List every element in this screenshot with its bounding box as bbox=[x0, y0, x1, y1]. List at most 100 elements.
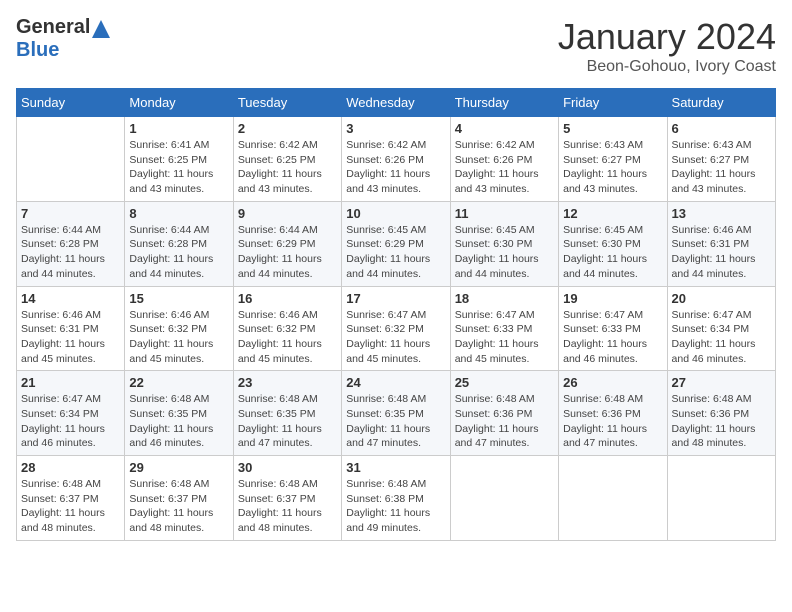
day-number: 22 bbox=[129, 375, 228, 390]
calendar-cell: 8 Sunrise: 6:44 AMSunset: 6:28 PMDaylight… bbox=[125, 201, 233, 286]
day-number: 8 bbox=[129, 206, 228, 221]
day-info: Sunrise: 6:44 AMSunset: 6:28 PMDaylight:… bbox=[129, 223, 228, 282]
calendar-cell: 9Sunrise: 6:44 AMSunset: 6:29 PMDaylight… bbox=[233, 201, 341, 286]
day-number: 4 bbox=[455, 121, 554, 136]
day-info: Sunrise: 6:48 AMSunset: 6:36 PMDaylight:… bbox=[563, 392, 662, 451]
calendar-cell: 30 Sunrise: 6:48 AMSunset: 6:37 PMDayligh… bbox=[233, 456, 341, 541]
logo-general-text: General bbox=[16, 16, 90, 39]
day-number: 15 bbox=[129, 291, 228, 306]
calendar-cell: 31 Sunrise: 6:48 AMSunset: 6:38 PMDayligh… bbox=[342, 456, 450, 541]
day-number: 20 bbox=[672, 291, 771, 306]
calendar-cell bbox=[450, 456, 558, 541]
day-number: 12 bbox=[563, 206, 662, 221]
week-row-2: 7 Sunrise: 6:44 AMSunset: 6:28 PMDaylight… bbox=[17, 201, 776, 286]
calendar-cell: 25 Sunrise: 6:48 AMSunset: 6:36 PMDayligh… bbox=[450, 371, 558, 456]
calendar-cell: 17 Sunrise: 6:47 AMSunset: 6:32 PMDayligh… bbox=[342, 286, 450, 371]
day-number: 30 bbox=[238, 460, 337, 475]
day-info: Sunrise: 6:48 AMSunset: 6:38 PMDaylight:… bbox=[346, 477, 445, 536]
calendar-cell: 24 Sunrise: 6:48 AMSunset: 6:35 PMDayligh… bbox=[342, 371, 450, 456]
day-info: Sunrise: 6:46 AMSunset: 6:31 PMDaylight:… bbox=[21, 308, 120, 367]
header-day-friday: Friday bbox=[559, 89, 667, 117]
header-day-monday: Monday bbox=[125, 89, 233, 117]
week-row-4: 21 Sunrise: 6:47 AMSunset: 6:34 PMDayligh… bbox=[17, 371, 776, 456]
day-info: Sunrise: 6:48 AMSunset: 6:37 PMDaylight:… bbox=[129, 477, 228, 536]
day-info: Sunrise: 6:45 AMSunset: 6:30 PMDaylight:… bbox=[563, 223, 662, 282]
calendar-cell: 23 Sunrise: 6:48 AMSunset: 6:35 PMDayligh… bbox=[233, 371, 341, 456]
calendar-cell bbox=[667, 456, 775, 541]
calendar-cell: 28 Sunrise: 6:48 AMSunset: 6:37 PMDayligh… bbox=[17, 456, 125, 541]
day-number: 10 bbox=[346, 206, 445, 221]
day-info: Sunrise: 6:43 AMSunset: 6:27 PMDaylight:… bbox=[672, 138, 771, 197]
calendar-cell: 29 Sunrise: 6:48 AMSunset: 6:37 PMDayligh… bbox=[125, 456, 233, 541]
calendar-cell: 10 Sunrise: 6:45 AMSunset: 6:29 PMDayligh… bbox=[342, 201, 450, 286]
day-number: 7 bbox=[21, 206, 120, 221]
calendar-cell: 5 Sunrise: 6:43 AMSunset: 6:27 PMDaylight… bbox=[559, 117, 667, 202]
calendar-cell: 26Sunrise: 6:48 AMSunset: 6:36 PMDayligh… bbox=[559, 371, 667, 456]
day-info: Sunrise: 6:47 AMSunset: 6:34 PMDaylight:… bbox=[672, 308, 771, 367]
day-info: Sunrise: 6:45 AMSunset: 6:30 PMDaylight:… bbox=[455, 223, 554, 282]
calendar-cell: 3Sunrise: 6:42 AMSunset: 6:26 PMDaylight… bbox=[342, 117, 450, 202]
day-number: 6 bbox=[672, 121, 771, 136]
day-number: 14 bbox=[21, 291, 120, 306]
day-number: 25 bbox=[455, 375, 554, 390]
header-day-wednesday: Wednesday bbox=[342, 89, 450, 117]
day-number: 17 bbox=[346, 291, 445, 306]
day-info: Sunrise: 6:47 AMSunset: 6:33 PMDaylight:… bbox=[563, 308, 662, 367]
day-info: Sunrise: 6:48 AMSunset: 6:35 PMDaylight:… bbox=[346, 392, 445, 451]
day-number: 21 bbox=[21, 375, 120, 390]
month-title: January 2024 bbox=[558, 16, 776, 58]
day-number: 18 bbox=[455, 291, 554, 306]
day-number: 5 bbox=[563, 121, 662, 136]
calendar-cell: 22 Sunrise: 6:48 AMSunset: 6:35 PMDayligh… bbox=[125, 371, 233, 456]
calendar-cell: 15 Sunrise: 6:46 AMSunset: 6:32 PMDayligh… bbox=[125, 286, 233, 371]
day-info: Sunrise: 6:46 AMSunset: 6:32 PMDaylight:… bbox=[129, 308, 228, 367]
header-row: SundayMondayTuesdayWednesdayThursdayFrid… bbox=[17, 89, 776, 117]
header: General Blue January 2024 Beon-Gohouo, I… bbox=[16, 16, 776, 76]
day-info: Sunrise: 6:47 AMSunset: 6:34 PMDaylight:… bbox=[21, 392, 120, 451]
day-number: 19 bbox=[563, 291, 662, 306]
day-info: Sunrise: 6:42 AMSunset: 6:25 PMDaylight:… bbox=[238, 138, 337, 197]
day-info: Sunrise: 6:43 AMSunset: 6:27 PMDaylight:… bbox=[563, 138, 662, 197]
calendar-cell: 18 Sunrise: 6:47 AMSunset: 6:33 PMDayligh… bbox=[450, 286, 558, 371]
header-day-tuesday: Tuesday bbox=[233, 89, 341, 117]
calendar-cell: 6 Sunrise: 6:43 AMSunset: 6:27 PMDaylight… bbox=[667, 117, 775, 202]
day-number: 23 bbox=[238, 375, 337, 390]
day-info: Sunrise: 6:44 AMSunset: 6:29 PMDaylight:… bbox=[238, 223, 337, 282]
day-info: Sunrise: 6:48 AMSunset: 6:37 PMDaylight:… bbox=[21, 477, 120, 536]
day-info: Sunrise: 6:48 AMSunset: 6:35 PMDaylight:… bbox=[129, 392, 228, 451]
header-day-thursday: Thursday bbox=[450, 89, 558, 117]
day-info: Sunrise: 6:48 AMSunset: 6:37 PMDaylight:… bbox=[238, 477, 337, 536]
day-number: 24 bbox=[346, 375, 445, 390]
day-info: Sunrise: 6:47 AMSunset: 6:32 PMDaylight:… bbox=[346, 308, 445, 367]
day-info: Sunrise: 6:47 AMSunset: 6:33 PMDaylight:… bbox=[455, 308, 554, 367]
logo: General Blue bbox=[16, 16, 110, 62]
day-number: 28 bbox=[21, 460, 120, 475]
day-number: 29 bbox=[129, 460, 228, 475]
day-number: 31 bbox=[346, 460, 445, 475]
day-info: Sunrise: 6:48 AMSunset: 6:35 PMDaylight:… bbox=[238, 392, 337, 451]
title-area: January 2024 Beon-Gohouo, Ivory Coast bbox=[558, 16, 776, 76]
calendar-cell: 11Sunrise: 6:45 AMSunset: 6:30 PMDayligh… bbox=[450, 201, 558, 286]
calendar-cell: 27Sunrise: 6:48 AMSunset: 6:36 PMDayligh… bbox=[667, 371, 775, 456]
day-info: Sunrise: 6:41 AMSunset: 6:25 PMDaylight:… bbox=[129, 138, 228, 197]
header-day-saturday: Saturday bbox=[667, 89, 775, 117]
day-info: Sunrise: 6:45 AMSunset: 6:29 PMDaylight:… bbox=[346, 223, 445, 282]
calendar-cell: 2 Sunrise: 6:42 AMSunset: 6:25 PMDaylight… bbox=[233, 117, 341, 202]
day-number: 2 bbox=[238, 121, 337, 136]
day-info: Sunrise: 6:48 AMSunset: 6:36 PMDaylight:… bbox=[672, 392, 771, 451]
logo-blue-text: Blue bbox=[16, 39, 59, 61]
day-info: Sunrise: 6:46 AMSunset: 6:32 PMDaylight:… bbox=[238, 308, 337, 367]
day-number: 13 bbox=[672, 206, 771, 221]
day-info: Sunrise: 6:48 AMSunset: 6:36 PMDaylight:… bbox=[455, 392, 554, 451]
day-info: Sunrise: 6:42 AMSunset: 6:26 PMDaylight:… bbox=[346, 138, 445, 197]
week-row-1: 1Sunrise: 6:41 AMSunset: 6:25 PMDaylight… bbox=[17, 117, 776, 202]
calendar-cell bbox=[17, 117, 125, 202]
day-number: 16 bbox=[238, 291, 337, 306]
calendar-cell: 12 Sunrise: 6:45 AMSunset: 6:30 PMDayligh… bbox=[559, 201, 667, 286]
location-title: Beon-Gohouo, Ivory Coast bbox=[558, 58, 776, 76]
calendar-cell: 13Sunrise: 6:46 AMSunset: 6:31 PMDayligh… bbox=[667, 201, 775, 286]
calendar-cell: 1Sunrise: 6:41 AMSunset: 6:25 PMDaylight… bbox=[125, 117, 233, 202]
calendar-cell: 16 Sunrise: 6:46 AMSunset: 6:32 PMDayligh… bbox=[233, 286, 341, 371]
calendar-cell: 14 Sunrise: 6:46 AMSunset: 6:31 PMDayligh… bbox=[17, 286, 125, 371]
calendar-cell: 21 Sunrise: 6:47 AMSunset: 6:34 PMDayligh… bbox=[17, 371, 125, 456]
